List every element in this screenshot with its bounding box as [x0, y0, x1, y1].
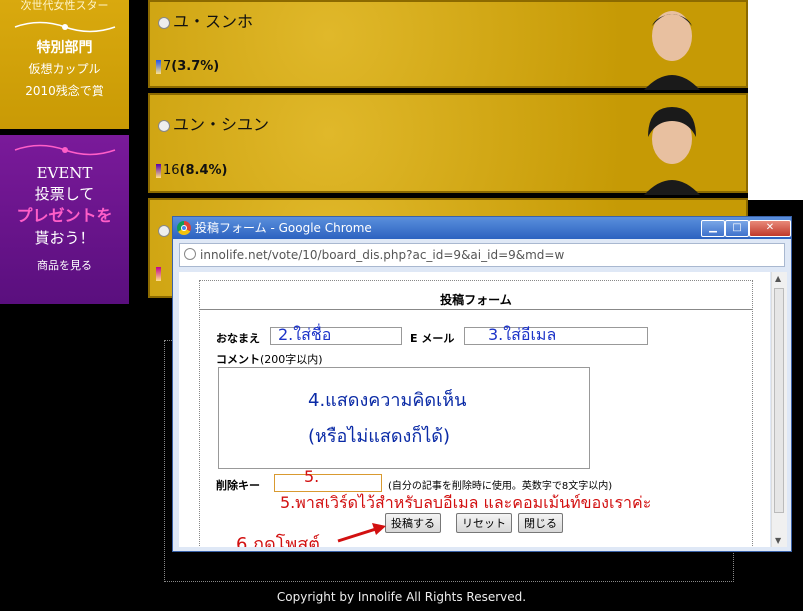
name-annotation: 2.ใส่ชื่อ	[278, 325, 332, 344]
vote-percent: (8.4%)	[179, 163, 228, 178]
form-title: 投稿フォーム	[440, 293, 512, 307]
banner-line3: 2010残念で賞	[25, 84, 104, 98]
reset-button[interactable]: リセット	[456, 513, 512, 533]
special-category-banner[interactable]: 次世代女性スター 特別部門 仮想カップル 2010残念で賞	[0, 0, 129, 129]
vote-bar	[156, 59, 161, 74]
ornament-icon	[10, 18, 120, 36]
event-line2: 投票して	[34, 185, 95, 203]
close-button[interactable]: 閉じる	[518, 513, 563, 533]
candidate-photo	[638, 2, 706, 90]
vote-percent: (3.7%)	[171, 59, 220, 74]
delete-key-annotation: 5.	[304, 467, 320, 486]
banner-line2: 仮想カップル	[28, 62, 101, 76]
comment-annotation-1: 4.แสดงความคิดเห็น	[308, 390, 467, 411]
chrome-icon	[177, 221, 191, 235]
radio-button[interactable]	[158, 119, 170, 132]
vote-count: 16(8.4%)	[156, 163, 227, 178]
event-line1: EVENT	[36, 164, 93, 182]
event-banner[interactable]: EVENT 投票して プレゼントを 貰おう！ 商品を見る	[0, 135, 129, 304]
comment-hint: (200字以内)	[260, 353, 323, 366]
left-panel: 次世代女性スター 特別部門 仮想カップル 2010残念で賞 EVENT 投票して…	[0, 0, 129, 304]
post-button[interactable]: 投稿する	[385, 513, 441, 533]
popup-content: 投稿フォーム おなまえ 2.ใส่ชื่อ E メール 3.ใส่อีเมล コ…	[179, 272, 770, 547]
candidate-name	[158, 220, 173, 239]
vote-count: 7(3.7%)	[156, 59, 219, 74]
vote-count	[156, 266, 163, 281]
candidate-name-text: ユ・スンホ	[173, 12, 254, 31]
maximize-button[interactable]: □	[725, 220, 749, 237]
ornament-icon	[14, 144, 116, 156]
name-label: おなまえ	[216, 332, 260, 345]
window-titlebar[interactable]: 投稿フォーム - Google Chrome ▁ □ ✕	[173, 217, 791, 239]
copyright: Copyright by Innolife All Rights Reserve…	[276, 590, 527, 604]
comment-textarea[interactable]	[218, 367, 590, 469]
scroll-down-icon[interactable]: ▼	[775, 536, 781, 545]
comment-label: コメント(200字以内)	[216, 351, 323, 367]
scrollbar-thumb[interactable]	[774, 288, 784, 513]
candidate-photo	[638, 101, 706, 195]
comment-label-text: コメント	[216, 353, 260, 366]
scrollbar[interactable]: ▲ ▼	[771, 272, 787, 547]
candidate-card: ユ・スンホ 7(3.7%)	[148, 0, 748, 90]
banner-line1: 特別部門	[36, 40, 93, 56]
url-text: innolife.net/vote/10/board_dis.php?ac_id…	[200, 248, 565, 262]
candidate-card: ユン・シユン 16(8.4%)	[148, 93, 748, 195]
arrow-icon	[337, 523, 386, 543]
post-form: 投稿フォーム おなまえ 2.ใส่ชื่อ E メール 3.ใส่อีเมล コ…	[199, 280, 753, 547]
vote-bar	[156, 163, 161, 178]
comment-annotation-2: (หรือไม่แสดงก็ได้)	[308, 426, 451, 447]
radio-button[interactable]	[158, 16, 170, 29]
post-annotation: 6.กดโพสต์	[236, 534, 320, 547]
chrome-popup-window: 投稿フォーム - Google Chrome ▁ □ ✕ innolife.ne…	[172, 216, 792, 552]
close-window-button[interactable]: ✕	[749, 220, 791, 237]
delete-key-field[interactable]	[274, 474, 382, 492]
delete-key-label: 削除キー	[216, 479, 260, 492]
vote-bar	[156, 266, 161, 281]
candidate-name-text: ユン・シユン	[173, 115, 270, 134]
page-background-strip	[748, 0, 803, 200]
email-annotation: 3.ใส่อีเมล	[488, 325, 557, 344]
window-title: 投稿フォーム - Google Chrome	[195, 221, 372, 235]
event-line4: 貰おう！	[34, 229, 95, 247]
banner-top-text: 次世代女性スター	[20, 0, 109, 12]
vote-number: 16	[163, 163, 180, 178]
radio-button[interactable]	[158, 224, 170, 237]
event-line3: プレゼントを	[16, 206, 113, 225]
email-label: E メール	[410, 332, 455, 345]
form-divider	[200, 309, 752, 310]
minimize-button[interactable]: ▁	[701, 220, 725, 237]
scroll-up-icon[interactable]: ▲	[775, 274, 781, 283]
view-products-link[interactable]: 商品を見る	[0, 257, 129, 273]
candidate-name: ユン・シユン	[158, 111, 269, 135]
address-bar[interactable]: innolife.net/vote/10/board_dis.php?ac_id…	[179, 243, 785, 267]
candidate-name: ユ・スンホ	[158, 8, 253, 32]
delete-key-hint: (自分の記事を削除時に使用。英数字で8文字以内)	[388, 481, 613, 492]
page-icon	[184, 248, 196, 260]
